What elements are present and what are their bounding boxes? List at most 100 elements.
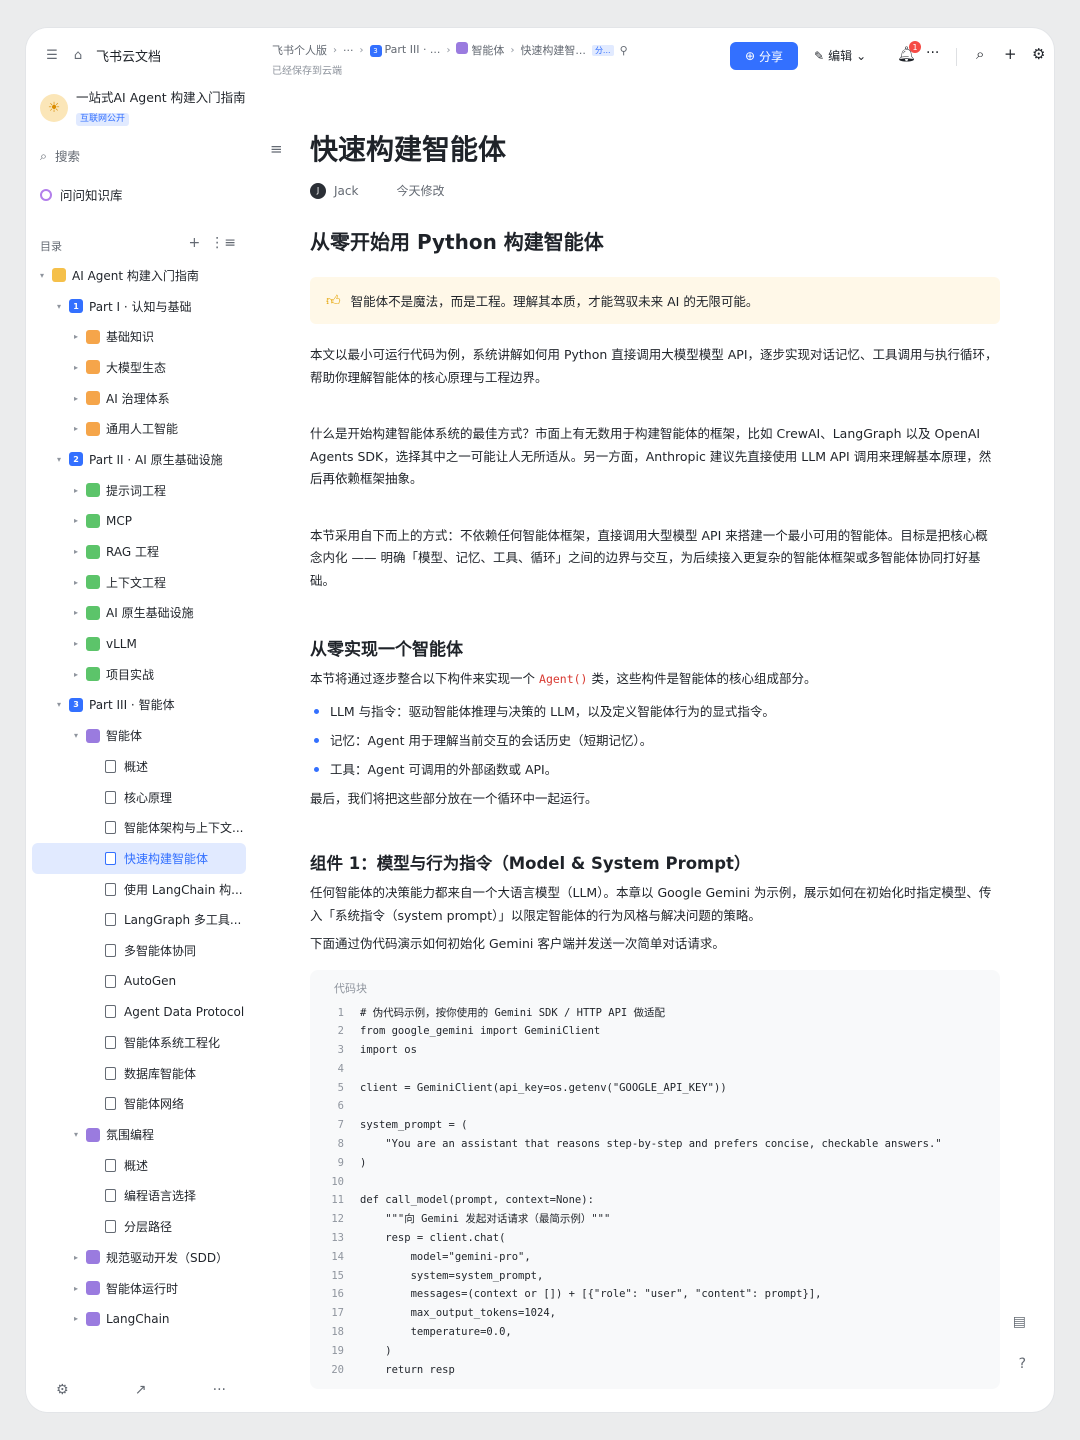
caret-down-icon[interactable]: ▾ [70,1130,82,1139]
caret-down-icon[interactable]: ▾ [70,731,82,740]
sidebar-tree-item[interactable]: ▸ 上下文工程 [32,567,246,598]
sidebar-tree-item[interactable]: ▸ AI 治理体系 [32,383,246,414]
ask-label: 问问知识库 [60,188,123,203]
sidebar-tree-item[interactable]: ▸ 通用人工智能 [32,413,246,444]
more-icon[interactable]: ··· [213,1382,226,1398]
share-out-icon[interactable]: ↗ [135,1382,147,1398]
sidebar-tree-item[interactable]: ▸ RAG 工程 [32,536,246,567]
chevron-right-icon: › [333,44,337,56]
sidebar-tree-item[interactable]: ▸ AI 原生基础设施 [32,598,246,629]
crumb-current[interactable]: 快速构建智... [520,42,586,58]
document-body: 快速构建智能体 J Jack 今天修改 从零开始用 Python 构建智能体 👍… [310,128,1000,1390]
sidebar-tree-item[interactable]: Agent Data Protocol [32,997,246,1028]
pin-icon[interactable]: ⚲ [620,44,628,57]
tree-options-icon[interactable]: ⋮≡ [210,236,236,254]
caret-right-icon[interactable]: ▸ [70,608,82,617]
caret-right-icon[interactable]: ▸ [70,670,82,679]
code-block[interactable]: 代码块 1 # 伪代码示例，按你使用的 Gemini SDK / HTTP API… [310,969,1000,1390]
folder-icon: 1 [69,299,83,314]
tree-item-label: Agent Data Protocol [124,1004,245,1019]
sidebar-tree-item[interactable]: 核心原理 [32,782,246,813]
document-icon [105,882,116,896]
page-title[interactable]: 快速构建智能体 [310,128,1000,172]
sidebar-tree-item[interactable]: ▾ 3 Part III · 智能体 [32,690,246,721]
sidebar-tree-item[interactable]: 编程语言选择 [32,1181,246,1212]
comment-panel-icon[interactable]: ▤ [1013,1314,1026,1330]
sidebar-search[interactable]: ⌕ 搜索 [40,146,246,165]
sidebar-tree-item[interactable]: 智能体架构与上下文... [32,812,246,843]
sidebar-tree-item[interactable]: ▾ 1 Part I · 认知与基础 [32,291,246,322]
home-icon[interactable]: ⌂ [70,48,86,64]
collapse-sidebar-icon[interactable]: ☰ [44,48,60,64]
caret-right-icon[interactable]: ▸ [70,424,82,433]
caret-right-icon[interactable]: ▸ [70,394,82,403]
sidebar-tree-item[interactable]: 概述 [32,751,246,782]
plus-icon[interactable]: + [1004,45,1017,63]
gear-icon[interactable]: ⚙ [1032,45,1045,63]
document-icon [105,821,116,835]
sidebar-tree-item[interactable]: 分层路径 [32,1211,246,1242]
caret-right-icon[interactable]: ▸ [70,639,82,648]
sidebar-tree-item[interactable]: 智能体系统工程化 [32,1027,246,1058]
share-button[interactable]: ⊕ 分享 [730,42,798,70]
add-page-icon[interactable]: + [189,236,201,254]
caret-right-icon[interactable]: ▸ [70,1284,82,1293]
sidebar-tree-item[interactable]: ▾ AI Agent 构建入门指南 [32,260,246,291]
sidebar-tree-item[interactable]: ▾ 氛围编程 [32,1119,246,1150]
caret-right-icon[interactable]: ▸ [70,332,82,341]
sidebar-tree-item[interactable]: ▸ MCP [32,506,246,537]
caret-down-icon[interactable]: ▾ [53,302,65,311]
sidebar-tree-item[interactable]: ▸ 项目实战 [32,659,246,690]
wiki-header[interactable]: ☀ 一站式AI Agent 构建入门指南 互联网公开 [40,90,246,126]
more-icon[interactable]: ··· [926,45,939,61]
sidebar-tree-item[interactable]: 多智能体协同 [32,935,246,966]
sidebar-tree-item[interactable]: ▸ 大模型生态 [32,352,246,383]
settings-icon[interactable]: ⚙ [56,1382,69,1398]
component-heading: 组件 1：模型与行为指令（Model & System Prompt） [310,854,751,873]
sidebar-tree-item[interactable]: 数据库智能体 [32,1058,246,1089]
sidebar-tree-item[interactable]: 快速构建智能体 [32,843,246,874]
sidebar-tree-item[interactable]: ▸ 基础知识 [32,321,246,352]
tree-item-label: 智能体网络 [124,1097,185,1112]
sidebar-tree-item[interactable]: ▸ 智能体运行时 [32,1273,246,1304]
document-icon [105,1005,116,1019]
sidebar-tree-item[interactable]: ▸ LangChain [32,1303,246,1334]
author-name[interactable]: Jack [334,184,358,198]
sidebar-tree-item[interactable]: ▾ 2 Part II · AI 原生基础设施 [32,444,246,475]
caret-right-icon[interactable]: ▸ [70,516,82,525]
avatar[interactable]: J [310,182,326,199]
help-icon[interactable]: ? [1019,1356,1026,1372]
edit-button[interactable]: ✎ 编辑 ⌄ [814,47,866,64]
crumb-more[interactable]: ··· [343,44,354,57]
caret-down-icon[interactable]: ▾ [53,700,65,709]
app-name[interactable]: 飞书云文档 [96,46,161,65]
caret-right-icon[interactable]: ▸ [70,1314,82,1323]
folder-icon [86,575,100,590]
chevron-down-icon: ⌄ [856,48,867,63]
divider [956,48,957,66]
sidebar-tree-item[interactable]: ▸ 提示词工程 [32,475,246,506]
sidebar-tree-item[interactable]: 概述 [32,1150,246,1181]
caret-down-icon[interactable]: ▾ [36,271,48,280]
sidebar-tree-item[interactable]: AutoGen [32,966,246,997]
sidebar-tree-item[interactable]: 智能体网络 [32,1089,246,1120]
caret-right-icon[interactable]: ▸ [70,363,82,372]
caret-right-icon[interactable]: ▸ [70,486,82,495]
caret-right-icon[interactable]: ▸ [70,547,82,556]
sidebar-tree-item[interactable]: ▾ 智能体 [32,720,246,751]
code-line: 11 def call_model(prompt, context=None): [310,1191,986,1210]
sidebar-tree-item[interactable]: LangGraph 多工具... [32,904,246,935]
sidebar-tree-item[interactable]: 使用 LangChain 构... [32,874,246,905]
crumb-agent[interactable]: 智能体 [456,42,504,58]
crumb-part3[interactable]: 3 Part III · ... [369,43,440,57]
search-icon[interactable]: ⌕ [976,45,984,63]
sidebar-tree-item[interactable]: ▸ vLLM [32,628,246,659]
tree-item-label: 核心原理 [124,790,173,805]
outline-icon[interactable]: ≡ [270,140,283,158]
sidebar-tree-item[interactable]: ▸ 规范驱动开发（SDD） [32,1242,246,1273]
ask-knowledge-base[interactable]: 问问知识库 [40,185,123,204]
caret-right-icon[interactable]: ▸ [70,578,82,587]
caret-down-icon[interactable]: ▾ [53,455,65,464]
caret-right-icon[interactable]: ▸ [70,1253,82,1262]
crumb-root[interactable]: 飞书个人版 [272,42,327,58]
